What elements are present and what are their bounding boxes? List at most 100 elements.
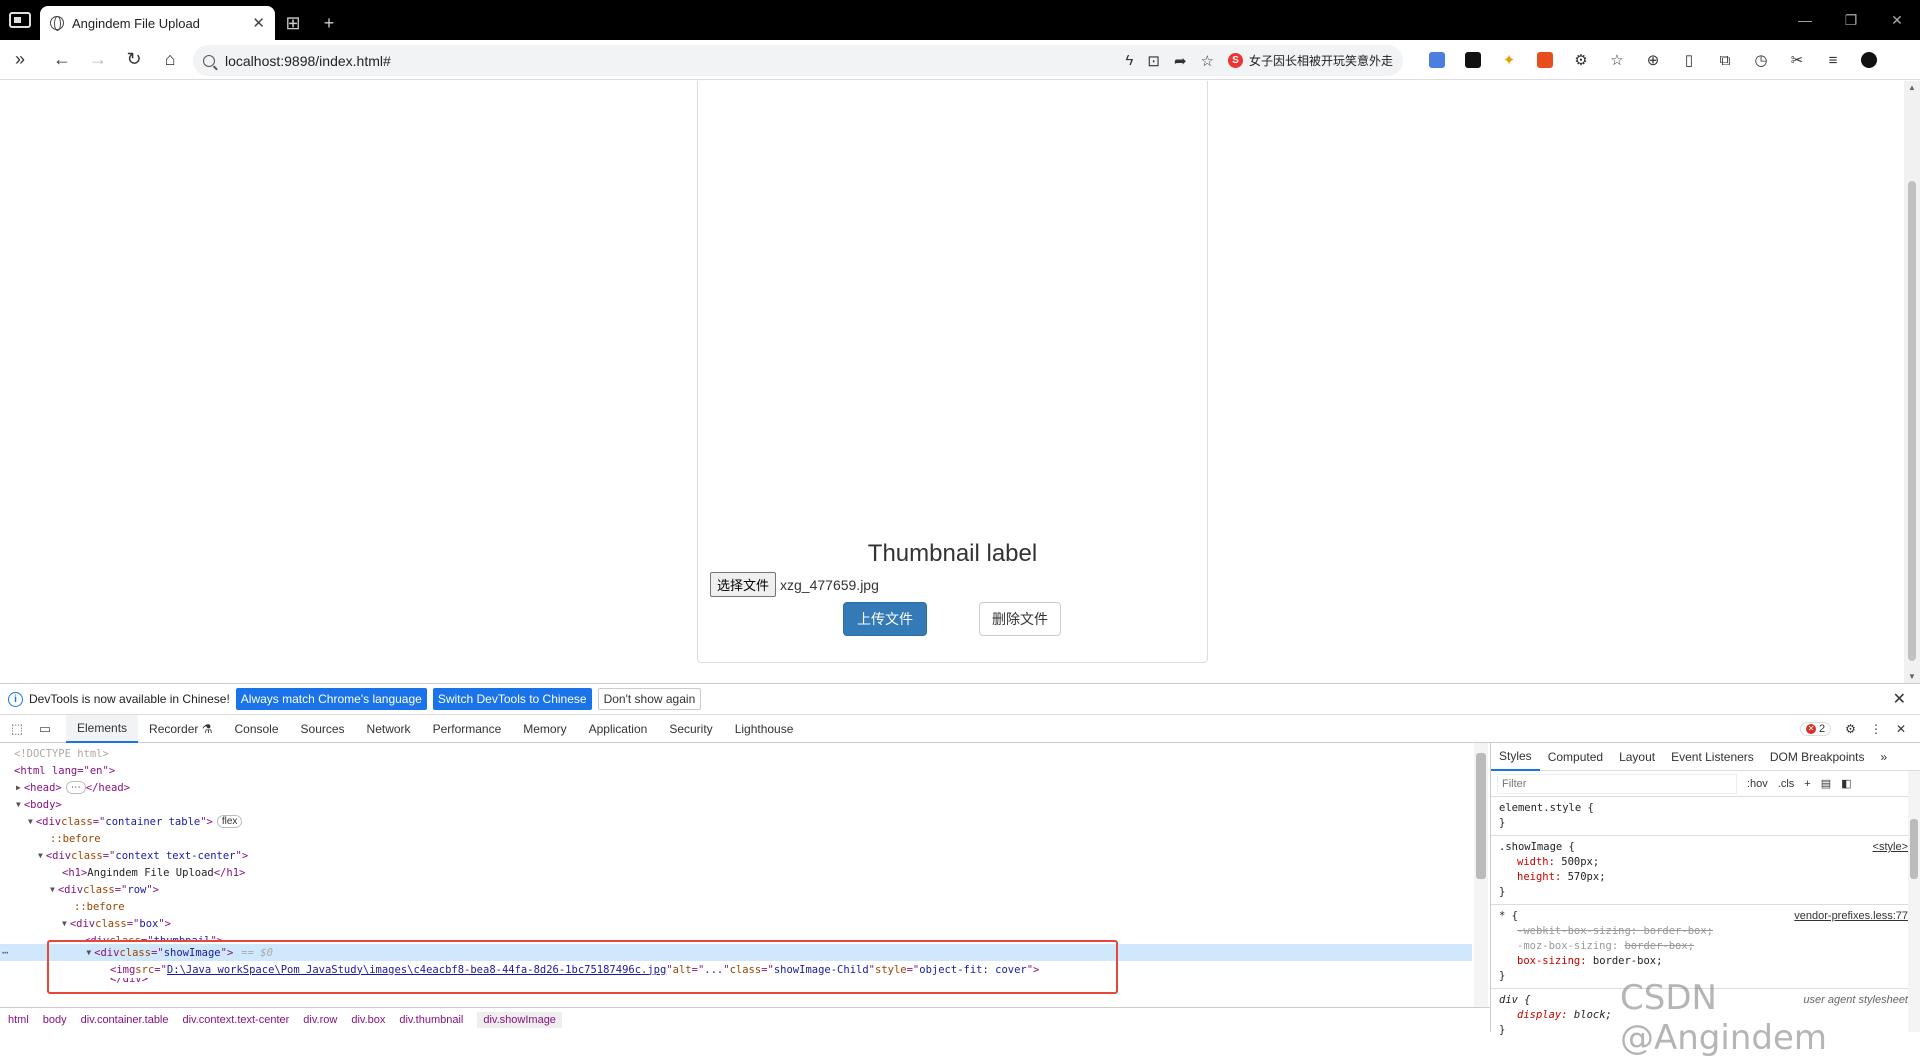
- scroll-down-icon[interactable]: ▼: [1904, 672, 1920, 681]
- crumb-container[interactable]: div.container.table: [81, 1014, 169, 1026]
- pen-extension-icon[interactable]: [1461, 46, 1485, 74]
- history-icon[interactable]: ◷: [1749, 46, 1773, 74]
- dom-line-row[interactable]: ▼ <div class =" row ">: [0, 881, 1472, 898]
- close-icon[interactable]: ✕: [1893, 689, 1906, 709]
- dom-line-head[interactable]: ▶ <head> ⋯ </head>: [0, 779, 1472, 796]
- universal-rule[interactable]: vendor-prefixes.less:77 * { -webkit-box-…: [1491, 905, 1920, 989]
- inspect-element-icon[interactable]: ⬚: [6, 721, 28, 737]
- tab-event-listeners[interactable]: Event Listeners: [1663, 743, 1762, 771]
- dom-line-container[interactable]: ▼ <div class =" container table "> flex: [0, 813, 1472, 830]
- browser-tab[interactable]: Angindem File Upload ✕: [40, 6, 275, 40]
- tab-actions-icon[interactable]: [0, 0, 40, 40]
- reload-icon[interactable]: ↻: [116, 42, 152, 78]
- delete-button[interactable]: 删除文件: [979, 602, 1061, 636]
- url-text[interactable]: localhost:9898/index.html#: [225, 53, 1125, 69]
- hot-search[interactable]: S 女子因长相被开玩笑意外走: [1227, 52, 1393, 69]
- prop-value[interactable]: border-box;: [1643, 925, 1713, 937]
- more-options-icon[interactable]: ⋮: [1870, 722, 1882, 736]
- add-rule-icon[interactable]: +: [1804, 778, 1810, 790]
- flex-badge[interactable]: flex: [216, 815, 243, 828]
- address-bar[interactable]: localhost:9898/index.html# ϟ ⊡ ➦ ☆ S 女子因…: [193, 45, 1403, 76]
- prop-name[interactable]: box-sizing: [1517, 955, 1580, 967]
- crumb-row[interactable]: div.row: [303, 1014, 337, 1026]
- element-style-rule[interactable]: element.style { }: [1491, 797, 1920, 836]
- scissors-icon[interactable]: ✂: [1785, 46, 1809, 74]
- tab-security[interactable]: Security: [658, 715, 723, 743]
- prop-name[interactable]: height: [1517, 871, 1555, 883]
- pdf-extension-icon[interactable]: [1533, 46, 1557, 74]
- styles-filter-input[interactable]: [1497, 773, 1737, 794]
- elements-scrollbar[interactable]: [1474, 743, 1488, 1007]
- crumb-body[interactable]: body: [43, 1014, 67, 1026]
- phone-icon[interactable]: ▯: [1677, 46, 1701, 74]
- prop-value[interactable]: 570px;: [1568, 871, 1606, 883]
- dom-line-body[interactable]: ▼ <body>: [0, 796, 1472, 813]
- crumb-context[interactable]: div.context.text-center: [183, 1014, 290, 1026]
- tab-computed[interactable]: Computed: [1540, 743, 1611, 771]
- prop-value[interactable]: border-box;: [1624, 940, 1694, 952]
- prop-value[interactable]: 500px;: [1561, 856, 1599, 868]
- download-icon[interactable]: ⊕: [1641, 46, 1665, 74]
- favorites-icon[interactable]: ☆: [1605, 46, 1629, 74]
- device-toolbar-icon[interactable]: ▭: [34, 721, 56, 737]
- minimize-icon[interactable]: —: [1782, 12, 1828, 28]
- collapse-icon[interactable]: ▼: [16, 800, 21, 809]
- dom-line-doctype[interactable]: <!DOCTYPE html>: [0, 745, 1472, 762]
- profile-avatar-icon[interactable]: [1857, 46, 1881, 74]
- collapse-icon[interactable]: ▼: [28, 817, 33, 826]
- translate-icon[interactable]: [1425, 46, 1449, 74]
- spark-extension-icon[interactable]: ✦: [1497, 46, 1521, 74]
- error-counter[interactable]: ✕ 2: [1800, 721, 1832, 736]
- tab-sources[interactable]: Sources: [290, 715, 356, 743]
- scrollbar-thumb[interactable]: [1476, 753, 1486, 879]
- collapse-icon[interactable]: ▼: [38, 851, 43, 860]
- scrollbar-thumb[interactable]: [1910, 819, 1918, 879]
- match-language-button[interactable]: Always match Chrome's language: [235, 688, 427, 710]
- tab-search-icon[interactable]: ⊞: [275, 6, 311, 40]
- prop-name[interactable]: -webkit-box-sizing: [1517, 925, 1631, 937]
- switch-chinese-button[interactable]: Switch DevTools to Chinese: [432, 688, 592, 710]
- menu-icon[interactable]: ≡: [1821, 46, 1845, 74]
- puzzle-icon[interactable]: ⚙: [1569, 46, 1593, 74]
- expand-icon[interactable]: ▶: [16, 783, 21, 792]
- showimage-rule[interactable]: <style> .showImage { width: 500px; heigh…: [1491, 836, 1920, 905]
- share-icon[interactable]: ➦: [1174, 52, 1187, 70]
- restore-icon[interactable]: ❐: [1828, 12, 1874, 29]
- collapse-icon[interactable]: ▼: [50, 885, 55, 894]
- crumb-box[interactable]: div.box: [351, 1014, 385, 1026]
- ellipsis-badge[interactable]: ⋯: [65, 781, 86, 794]
- tab-network[interactable]: Network: [356, 715, 422, 743]
- prop-value[interactable]: border-box;: [1593, 955, 1663, 967]
- collections-icon[interactable]: ⧉: [1713, 46, 1737, 74]
- dom-line-before[interactable]: ::before: [0, 830, 1472, 847]
- crumb-thumbnail[interactable]: div.thumbnail: [399, 1014, 463, 1026]
- prop-name[interactable]: width: [1517, 856, 1549, 868]
- dom-line-box[interactable]: ▼ <div class =" box ">: [0, 915, 1472, 932]
- sidebar-toggle-icon[interactable]: »: [2, 42, 38, 78]
- collapse-icon[interactable]: ▼: [62, 919, 67, 928]
- tab-lighthouse[interactable]: Lighthouse: [724, 715, 805, 743]
- back-icon[interactable]: ←: [44, 42, 80, 78]
- tab-performance[interactable]: Performance: [422, 715, 513, 743]
- dont-show-button[interactable]: Don't show again: [597, 688, 702, 710]
- cls-toggle[interactable]: .cls: [1778, 778, 1795, 790]
- tab-styles[interactable]: Styles: [1491, 743, 1540, 771]
- lightning-icon[interactable]: ϟ: [1125, 52, 1133, 69]
- more-tabs-icon[interactable]: »: [1873, 743, 1896, 771]
- home-icon[interactable]: ⌂: [152, 42, 188, 78]
- dom-line-context[interactable]: ▼ <div class =" context text-center ">: [0, 847, 1472, 864]
- dom-line-h1[interactable]: <h1> Angindem File Upload </h1>: [0, 864, 1472, 881]
- forward-icon[interactable]: →: [80, 42, 116, 78]
- crumb-showimage[interactable]: div.showImage: [477, 1012, 562, 1028]
- prop-name[interactable]: -moz-box-sizing: [1517, 940, 1612, 952]
- bookmark-star-icon[interactable]: ☆: [1201, 52, 1214, 70]
- upload-button[interactable]: 上传文件: [843, 602, 927, 636]
- new-tab-icon[interactable]: +: [311, 6, 347, 40]
- tab-recorder[interactable]: Recorder ⚗: [138, 715, 223, 743]
- close-tab-icon[interactable]: ✕: [252, 14, 265, 32]
- elements-dom-tree[interactable]: <!DOCTYPE html> <html lang="en"> ▶ <head>…: [0, 743, 1477, 1007]
- computed-sidebar-icon[interactable]: ◧: [1841, 777, 1851, 790]
- tab-elements[interactable]: Elements: [66, 714, 139, 743]
- tab-console[interactable]: Console: [223, 715, 289, 743]
- dom-line-html[interactable]: <html lang="en">: [0, 762, 1472, 779]
